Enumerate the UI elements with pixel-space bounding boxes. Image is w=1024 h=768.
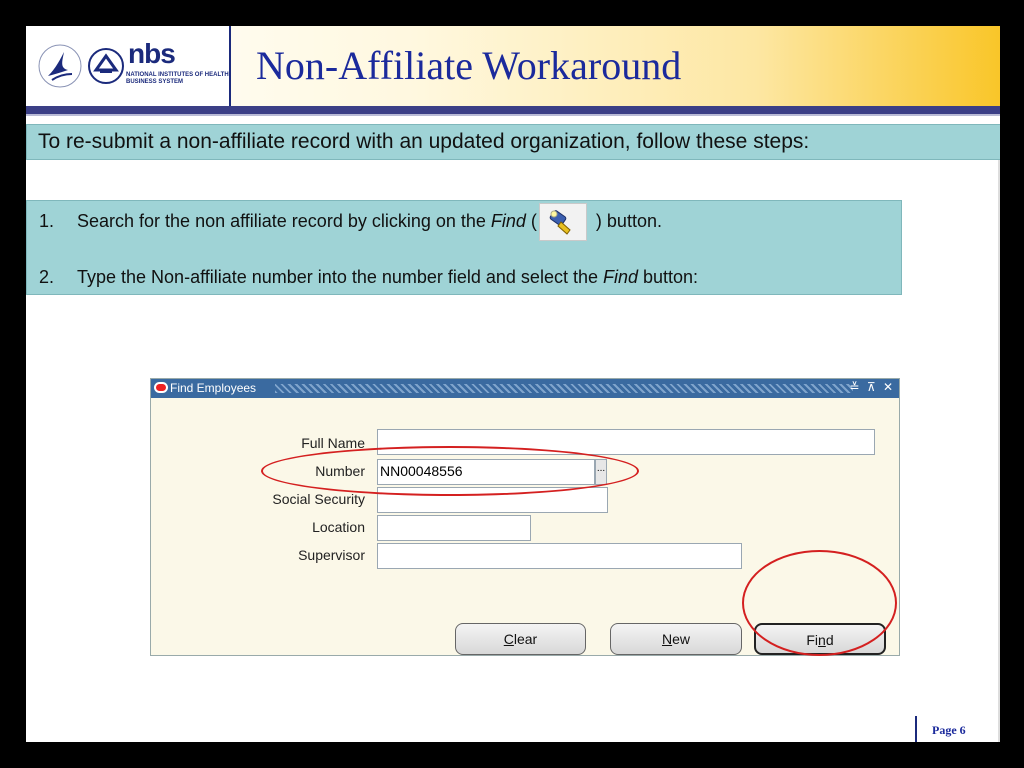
button-label: ew (672, 631, 691, 647)
step-text: Search for the non affiliate record by c… (77, 211, 491, 231)
dialog-title: Find Employees (170, 381, 257, 395)
titlebar-pattern (275, 384, 853, 393)
location-label: Location (312, 519, 365, 535)
supervisor-input[interactable] (377, 543, 742, 569)
flashlight-find-icon (538, 203, 587, 242)
dialog-titlebar[interactable]: Find Employees ≚ ⊼ ✕ (151, 379, 899, 398)
logo-subtitle-line2: BUSINESS SYSTEM (126, 79, 184, 85)
new-button[interactable]: New (610, 623, 742, 655)
mnemonic: N (661, 631, 673, 647)
hhs-eagle-icon (38, 40, 82, 97)
number-highlight-oval (261, 446, 639, 496)
step-number: 1. (39, 211, 55, 231)
step-text: Type the Non-affiliate number into the n… (77, 267, 603, 287)
logo-subtitle: NATIONAL INSTITUTES OF HEALTH BUSINESS S… (126, 72, 230, 86)
slide: nbs NATIONAL INSTITUTES OF HEALTH BUSINE… (26, 26, 1000, 742)
slide-header: nbs NATIONAL INSTITUTES OF HEALTH BUSINE… (26, 26, 1000, 106)
nbs-logo: nbs NATIONAL INSTITUTES OF HEALTH BUSINE… (26, 26, 231, 106)
header-rule-thin (26, 114, 1000, 116)
oracle-app-icon (154, 382, 168, 393)
step-2: 2. Type the Non-affiliate number into the… (39, 267, 698, 288)
intro-text: To re-submit a non-affiliate record with… (38, 130, 810, 153)
clear-button[interactable]: Clear (455, 623, 586, 655)
right-divider (998, 160, 1000, 742)
page-number: Page 6 (932, 723, 966, 737)
step-text: ( (525, 211, 537, 231)
window-controls[interactable]: ≚ ⊼ ✕ (849, 380, 895, 394)
step-1: 1. Search for the non affiliate record by… (39, 203, 662, 242)
logo-subtitle-line1: NATIONAL INSTITUTES OF HEALTH (126, 72, 229, 78)
full-name-label: Full Name (301, 435, 365, 451)
header-rule (26, 106, 1000, 114)
step-text: ) button. (590, 211, 662, 231)
step-number: 2. (39, 267, 55, 287)
step-text: button: (638, 267, 699, 287)
social-security-label: Social Security (272, 491, 365, 507)
find-highlight-oval (742, 550, 897, 656)
location-input[interactable] (377, 515, 531, 541)
nbs-wordmark: nbs (128, 38, 176, 69)
button-label: lear (513, 631, 538, 647)
nih-seal-icon (86, 40, 126, 97)
slide-title: Non-Affiliate Workaround (256, 43, 682, 88)
page-separator (915, 716, 917, 742)
intro-banner: To re-submit a non-affiliate record with… (26, 124, 1000, 160)
supervisor-label: Supervisor (298, 547, 365, 563)
mnemonic: C (503, 631, 514, 647)
steps-box: 1. Search for the non affiliate record by… (26, 200, 902, 295)
step-emphasis: Find (490, 211, 526, 231)
step-emphasis: Find (602, 267, 638, 287)
